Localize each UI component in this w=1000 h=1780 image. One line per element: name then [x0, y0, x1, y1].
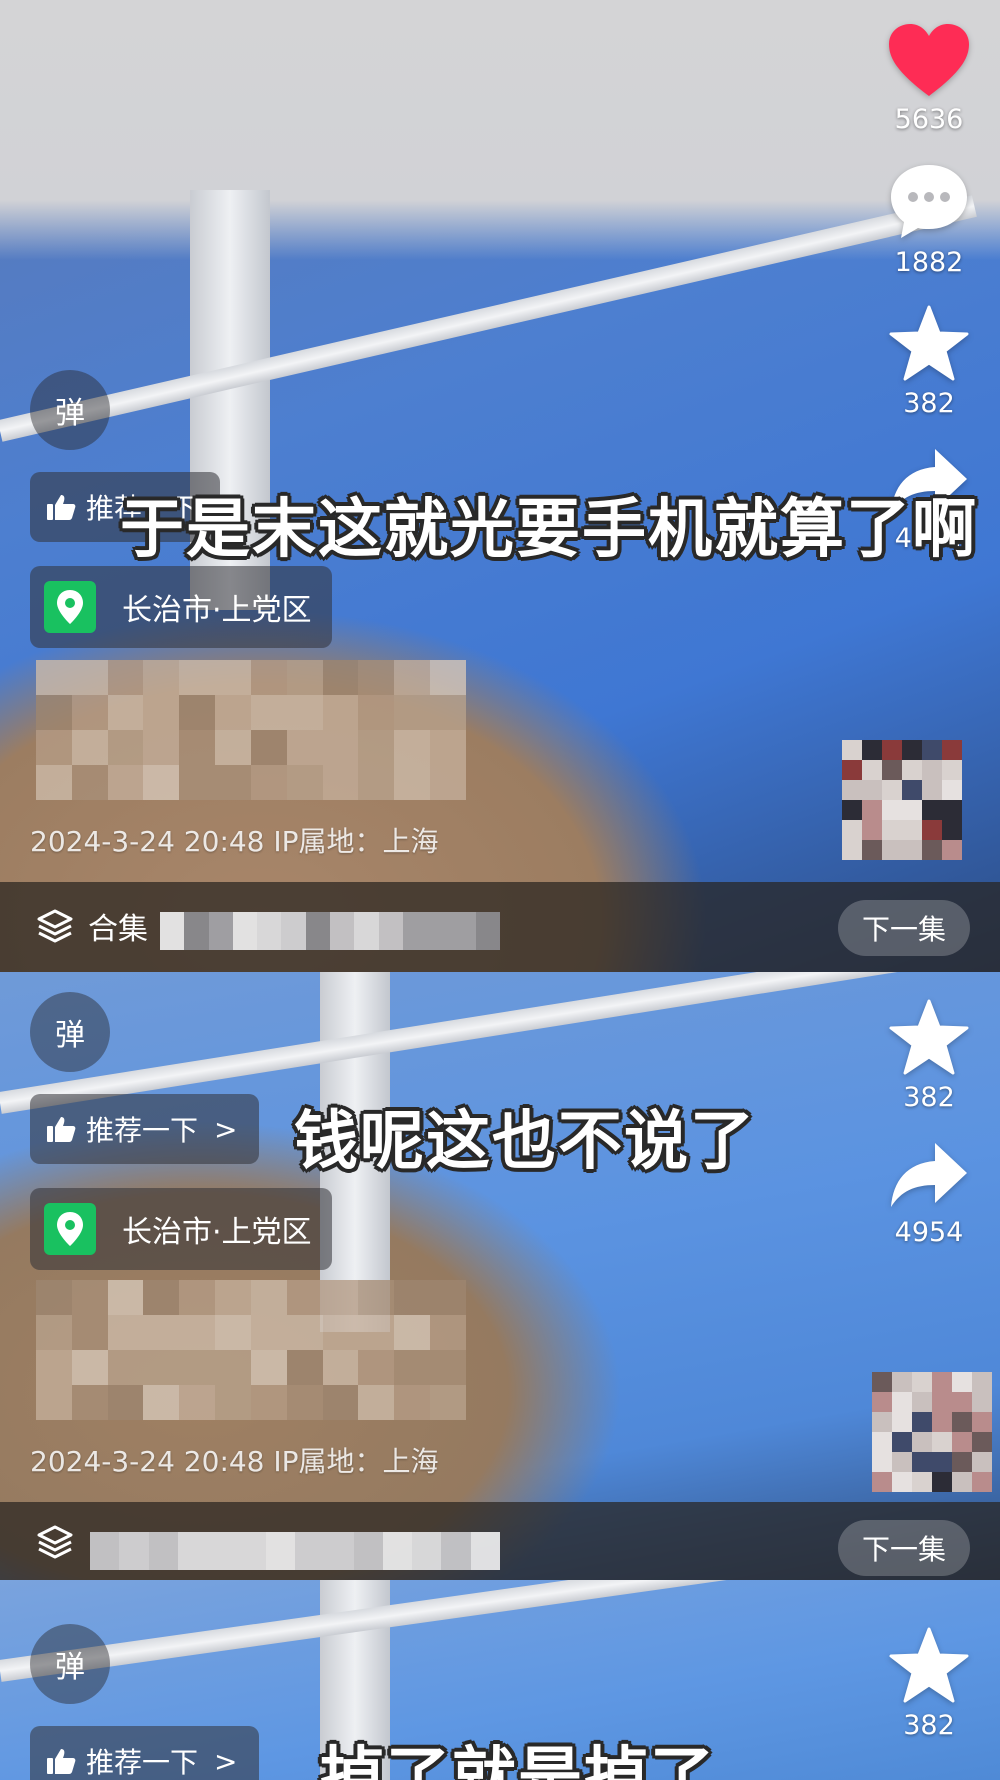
- thumbs-up-icon: [47, 1749, 76, 1774]
- like-button[interactable]: 5636: [887, 22, 971, 135]
- star-icon: [889, 305, 969, 381]
- location-label: 长治市·上党区: [122, 593, 312, 628]
- action-column: 382: [886, 1626, 972, 1767]
- location-pin-icon: [44, 581, 96, 633]
- location-tag[interactable]: 长治市·上党区: [30, 566, 332, 648]
- comment-count: 1882: [894, 247, 964, 278]
- chevron-right-icon: >: [214, 1112, 238, 1146]
- favorite-button[interactable]: 382: [889, 304, 969, 419]
- recommend-label: 推荐一下: [86, 1114, 199, 1147]
- recommend-label: 推荐一下: [86, 1746, 199, 1779]
- chevron-right-icon: >: [214, 1744, 238, 1778]
- subtitle: 于是末这就光要手机就算了啊: [120, 493, 978, 567]
- video-panel-2[interactable]: 382 4954 弹 推荐一下 > 钱呢这也不说了 长治市·上党区 2024-3…: [0, 972, 1000, 1580]
- action-column: 382 4954: [886, 998, 972, 1274]
- blurred-caption: [36, 660, 466, 800]
- video-frame: [0, 972, 1000, 1580]
- thumbs-up-icon: [47, 1117, 76, 1142]
- next-episode-button[interactable]: 下一集: [837, 900, 970, 956]
- danmu-toggle[interactable]: 弹: [30, 370, 110, 450]
- subtitle: 钱呢这也不说了: [294, 1105, 756, 1179]
- collection-layers-icon: [37, 1525, 73, 1559]
- collection-layers-icon: [37, 909, 73, 943]
- video-panel-3[interactable]: 382 弹 推荐一下 > 掉了就是掉了: [0, 1580, 1000, 1780]
- favorite-button[interactable]: 382: [889, 998, 969, 1113]
- thumbs-up-icon: [47, 495, 76, 520]
- subtitle: 掉了就是掉了: [320, 1741, 716, 1780]
- collection-entry[interactable]: 合集: [36, 904, 148, 948]
- publish-info: 2024-3-24 20:48 IP属地：上海: [30, 825, 439, 858]
- recommend-button[interactable]: 推荐一下 >: [30, 1094, 260, 1164]
- publish-info: 2024-3-24 20:48 IP属地：上海: [30, 1445, 439, 1478]
- next-episode-button[interactable]: 下一集: [837, 1520, 970, 1576]
- video-panel-1[interactable]: 5636 1882 382 4954 弹 推荐一下 于是末这就光要手机就算了啊 …: [0, 0, 1000, 972]
- share-count: 4954: [894, 1217, 964, 1248]
- favorite-count: 382: [903, 388, 955, 419]
- blurred-face: [872, 1372, 992, 1492]
- location-pin-icon: [44, 1203, 96, 1255]
- collection-label: 合集: [88, 912, 148, 947]
- favorite-button[interactable]: 382: [889, 1626, 969, 1741]
- share-icon: [891, 1143, 967, 1207]
- star-icon: [889, 1627, 969, 1703]
- heart-icon: [889, 24, 969, 96]
- blurred-collection-title: [90, 1532, 500, 1570]
- star-icon: [889, 999, 969, 1075]
- share-button[interactable]: 4954: [889, 1139, 969, 1248]
- comment-icon: [891, 165, 967, 238]
- location-label: 长治市·上党区: [122, 1215, 312, 1250]
- blurred-caption: [36, 1280, 466, 1420]
- collection-bar[interactable]: 合集 下一集: [0, 882, 1000, 972]
- comment-button[interactable]: 1882: [887, 161, 971, 278]
- favorite-count: 382: [903, 1082, 955, 1113]
- danmu-toggle[interactable]: 弹: [30, 1624, 110, 1704]
- like-count: 5636: [894, 104, 964, 135]
- blurred-collection-title: [160, 912, 500, 950]
- collection-bar[interactable]: 下一集: [0, 1502, 1000, 1580]
- danmu-toggle[interactable]: 弹: [30, 992, 110, 1072]
- favorite-count: 382: [903, 1710, 955, 1741]
- blurred-face: [842, 740, 962, 860]
- location-tag[interactable]: 长治市·上党区: [30, 1188, 332, 1270]
- recommend-button[interactable]: 推荐一下 >: [30, 1726, 260, 1780]
- collection-entry[interactable]: [36, 1524, 74, 1560]
